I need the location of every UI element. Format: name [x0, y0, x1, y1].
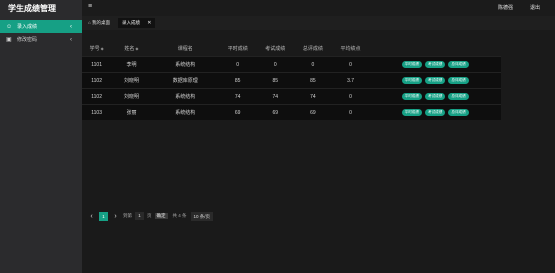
- usual-score-button[interactable]: 平时成绩: [401, 77, 422, 84]
- exam-score-button[interactable]: 考试成绩: [425, 109, 446, 116]
- tab-label: 我的桌面: [91, 20, 110, 25]
- cell-actions: 平时成绩 考试成绩 总评成绩: [369, 56, 501, 73]
- total-score-button[interactable]: 总评成绩: [448, 77, 469, 84]
- chevron-left-icon: ‹: [70, 36, 72, 43]
- chevron-left-icon: ‹: [70, 23, 72, 30]
- user-name[interactable]: 陈德强: [498, 4, 513, 11]
- close-icon[interactable]: ✕: [147, 20, 151, 26]
- table-header-row: 学号◆ 姓名◆ 课程名 平时成绩 考试成绩 总评成绩 平均绩点: [82, 41, 501, 57]
- usual-score-button[interactable]: 平时成绩: [401, 109, 422, 116]
- col-exam-score: 考试成绩: [256, 41, 295, 57]
- sort-icon: ◆: [100, 46, 104, 51]
- cell-id: 1102: [82, 72, 112, 89]
- tab-label: 录入成绩: [122, 20, 140, 25]
- sidebar-item-enter-grades[interactable]: ☺ 录入成绩 ‹: [0, 20, 82, 33]
- cell-exam: 74: [256, 88, 295, 105]
- cell-total: 85: [294, 72, 332, 89]
- cell-total: 0: [294, 56, 332, 73]
- cell-name: 李明: [111, 56, 152, 73]
- col-name[interactable]: 姓名◆: [111, 41, 152, 57]
- app-title: 学生成绩管理: [8, 4, 56, 13]
- cell-exam: 69: [256, 104, 295, 120]
- cell-exam: 85: [256, 72, 295, 89]
- cell-id: 1103: [82, 104, 112, 120]
- cell-total: 69: [294, 104, 332, 120]
- cell-course: 系统结构: [151, 56, 219, 73]
- sidebar: 学生成绩管理 ☺ 录入成绩 ‹ ▣ 修改密码 ‹: [0, 0, 82, 273]
- top-bar: ≡ 陈德强 退出: [82, 0, 555, 16]
- confirm-button[interactable]: 确定: [154, 213, 168, 219]
- total-score-button[interactable]: 总评成绩: [448, 93, 469, 100]
- cell-name: 刘晓明: [111, 72, 152, 89]
- cell-usual: 85: [218, 72, 257, 89]
- cell-actions: 平时成绩 考试成绩 总评成绩: [369, 88, 501, 105]
- cell-name: 刘晓明: [111, 88, 152, 105]
- page-number-current[interactable]: 1: [99, 211, 108, 221]
- next-page-icon[interactable]: ›: [111, 213, 120, 220]
- cell-usual: 69: [218, 104, 257, 120]
- table-row: 1102 刘晓明 数据库原理 85 85 85 3.7 平时成绩 考试成绩 总评成绩: [82, 72, 501, 89]
- cell-exam: 0: [256, 56, 295, 73]
- cell-actions: 平时成绩 考试成绩 总评成绩: [369, 104, 501, 120]
- total-score-button[interactable]: 总评成绩: [448, 109, 469, 116]
- goto-page-input[interactable]: 1: [135, 212, 144, 220]
- page-size-select[interactable]: 10 条/页: [190, 211, 214, 221]
- cell-id: 1102: [82, 88, 112, 105]
- col-actions: [369, 41, 501, 57]
- usual-score-button[interactable]: 平时成绩: [401, 93, 422, 100]
- table-row: 1103 张丽 系统结构 69 69 69 0 平时成绩 考试成绩 总评成绩: [82, 104, 501, 120]
- cell-course: 系统结构: [151, 104, 219, 120]
- table-row: 1102 刘晓明 系统结构 74 74 74 0 平时成绩 考试成绩 总评成绩: [82, 88, 501, 105]
- sort-icon: ◆: [135, 46, 139, 51]
- cell-gpa: 3.7: [331, 72, 370, 89]
- cell-course: 数据库原理: [151, 72, 219, 89]
- user-icon: ☺: [6, 23, 13, 30]
- cell-gpa: 0: [331, 56, 370, 73]
- tab-enter-grades[interactable]: 录入成绩 ✕: [118, 18, 156, 28]
- cell-gpa: 0: [331, 104, 370, 120]
- exam-score-button[interactable]: 考试成绩: [425, 77, 446, 84]
- sidebar-item-label: 录入成绩: [17, 24, 38, 30]
- cell-name: 张丽: [111, 104, 152, 120]
- page-unit-label: 页: [147, 213, 152, 218]
- pagination: ‹ 1 › 到第 1 页 确定 共 4 条 10 条/页: [87, 211, 214, 221]
- col-course: 课程名: [151, 41, 219, 57]
- cell-gpa: 0: [331, 88, 370, 105]
- cell-actions: 平时成绩 考试成绩 总评成绩: [369, 72, 501, 89]
- usual-score-button[interactable]: 平时成绩: [401, 61, 422, 68]
- cell-id: 1101: [82, 56, 112, 73]
- cell-usual: 74: [218, 88, 257, 105]
- menu-icon[interactable]: ≡: [88, 3, 92, 10]
- home-icon: ⌂: [88, 20, 91, 25]
- sidebar-item-change-password[interactable]: ▣ 修改密码 ‹: [0, 33, 82, 46]
- tab-desktop[interactable]: ⌂ 我的桌面: [84, 18, 114, 28]
- sidebar-item-label: 修改密码: [17, 37, 38, 43]
- exam-score-button[interactable]: 考试成绩: [425, 93, 446, 100]
- cell-course: 系统结构: [151, 88, 219, 105]
- total-score-button[interactable]: 总评成绩: [448, 61, 469, 68]
- table-row: 1101 李明 系统结构 0 0 0 0 平时成绩 考试成绩 总评成绩: [82, 56, 501, 73]
- col-total-score: 总评成绩: [294, 41, 332, 57]
- cell-total: 74: [294, 88, 332, 105]
- tab-bar: ⌂ 我的桌面 录入成绩 ✕: [82, 16, 555, 30]
- lock-icon: ▣: [6, 37, 12, 43]
- cell-usual: 0: [218, 56, 257, 73]
- col-student-id[interactable]: 学号◆: [82, 41, 112, 57]
- prev-page-icon[interactable]: ‹: [87, 213, 96, 220]
- exam-score-button[interactable]: 考试成绩: [425, 61, 446, 68]
- goto-label: 到第: [123, 213, 132, 218]
- col-gpa: 平均绩点: [331, 41, 370, 57]
- total-count: 共 4 条: [172, 213, 187, 218]
- logout-link[interactable]: 退出: [530, 4, 540, 11]
- grades-table: 学号◆ 姓名◆ 课程名 平时成绩 考试成绩 总评成绩 平均绩点 1101 李明 …: [82, 41, 501, 120]
- col-usual-score: 平时成绩: [218, 41, 257, 57]
